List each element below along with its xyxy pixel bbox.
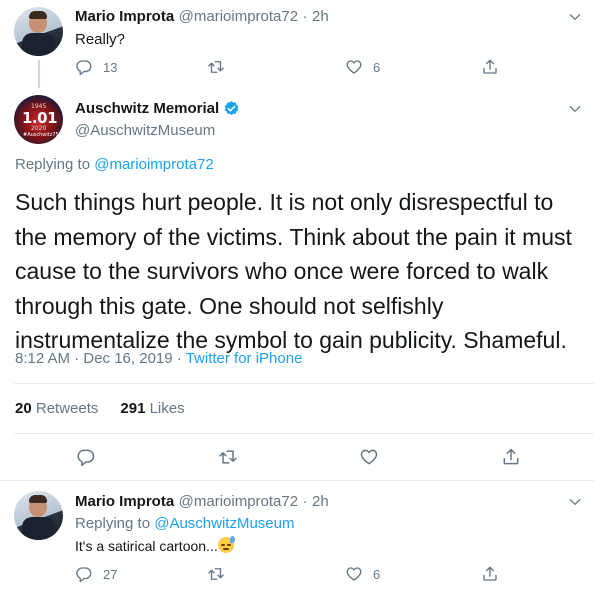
reply-icon (77, 449, 95, 467)
like-count: 6 (373, 59, 381, 75)
share-button[interactable] (501, 447, 521, 467)
retweets-stat[interactable]: 20 Retweets (15, 400, 98, 417)
avatar-mario-improta[interactable] (14, 7, 63, 56)
author-name[interactable]: Mario Improta (75, 8, 174, 25)
author-name[interactable]: Auschwitz Memorial (75, 100, 219, 117)
retweet-button[interactable] (207, 58, 225, 76)
like-button[interactable]: 6 (345, 565, 380, 583)
tweet-text: It's a satirical cartoon... (75, 536, 235, 554)
chevron-down-icon[interactable] (568, 495, 582, 509)
replying-to-handle[interactable]: @marioimprota72 (94, 156, 213, 173)
tweet-meta: 8:12 AM · Dec 16, 2019 · Twitter for iPh… (15, 350, 302, 367)
retweet-button[interactable] (207, 565, 225, 583)
engagement-stats: 20 Retweets 291 Likes (15, 400, 185, 417)
reply-icon (76, 567, 92, 583)
share-icon (483, 59, 497, 74)
replying-to-label: Replying to (75, 515, 151, 532)
reply-button[interactable]: 13 (75, 58, 117, 76)
tweet-time[interactable]: 2h (312, 493, 329, 510)
retweet-icon (208, 568, 224, 580)
retweet-button[interactable] (218, 447, 238, 467)
tweet-1[interactable]: Mario Improta @marioimprota72 · 2h Reall… (0, 0, 594, 88)
sweat-smile-emoji-icon (217, 536, 235, 553)
reply-button[interactable] (76, 447, 96, 467)
avatar-hashtag: #Auschwitz75 (23, 132, 59, 138)
tweet-text-line: through this gate. One should not selfis… (15, 292, 444, 319)
like-button[interactable]: 6 (345, 58, 380, 76)
focused-tweet-text: Such things hurt people. It is not only … (15, 185, 590, 358)
tweet-text: Really? (75, 31, 126, 48)
separator-dot: · (302, 8, 308, 25)
chevron-down-icon[interactable] (568, 10, 582, 24)
like-icon (346, 567, 362, 581)
share-button[interactable] (481, 58, 499, 76)
separator-dot: · (176, 350, 182, 367)
like-count: 6 (373, 566, 381, 582)
avatar-mario-improta[interactable] (14, 491, 63, 540)
tweet-source[interactable]: Twitter for iPhone (186, 350, 303, 367)
tweet-3[interactable]: Mario Improta @marioimprota72 · 2h Reply… (0, 481, 594, 600)
avatar-auschwitz-memorial[interactable]: 1945 1.01 2020 #Auschwitz75 (14, 95, 63, 144)
like-icon (346, 60, 362, 74)
tweet-time[interactable]: 2h (312, 8, 329, 25)
share-icon (483, 566, 497, 581)
retweet-icon (219, 450, 237, 464)
tweet-text-line: cause to the survivors who once were for… (15, 258, 549, 284)
verified-badge-icon (224, 101, 239, 116)
share-icon (503, 448, 519, 465)
chevron-down-icon[interactable] (568, 102, 582, 116)
reply-icon (76, 60, 92, 76)
share-button[interactable] (481, 565, 499, 583)
avatar-year-bottom: 2020 (31, 125, 47, 132)
like-icon (360, 449, 378, 465)
divider (14, 383, 594, 384)
author-name[interactable]: Mario Improta (75, 493, 174, 510)
tweet-text-line: Such things hurt people. It is not only … (15, 189, 554, 215)
reply-button[interactable]: 27 (75, 565, 117, 583)
divider (14, 433, 594, 434)
replying-to-handle[interactable]: @AuschwitzMuseum (154, 515, 294, 532)
author-handle[interactable]: @marioimprota72 (179, 8, 298, 25)
replying-to-label: Replying to (15, 156, 91, 173)
tweet-timestamp[interactable]: 8:12 AM · Dec 16, 2019 (15, 350, 173, 367)
reply-count: 27 (103, 566, 118, 582)
separator-dot: · (302, 493, 308, 510)
like-button[interactable] (359, 447, 379, 467)
reply-count: 13 (103, 59, 118, 75)
author-handle[interactable]: @marioimprota72 (179, 493, 298, 510)
retweet-icon (208, 61, 224, 73)
tweet-text-line: the memory of the victims. Think about t… (15, 223, 572, 250)
author-handle[interactable]: @AuschwitzMuseum (75, 122, 215, 139)
tweet-text-content: It's a satirical cartoon... (75, 538, 218, 554)
likes-stat[interactable]: 291 Likes (120, 400, 184, 417)
thread-connector (38, 60, 40, 88)
